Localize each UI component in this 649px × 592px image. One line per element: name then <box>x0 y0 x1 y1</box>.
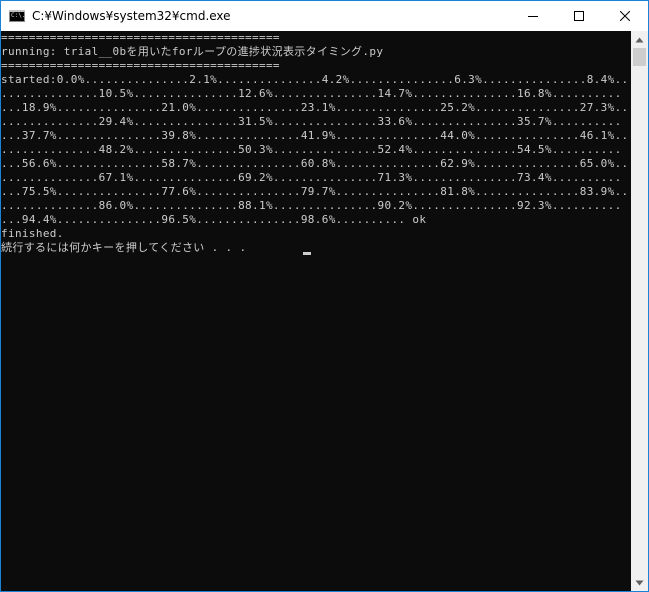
console-line: 続行するには何かキーを押してください . . . <box>1 241 247 254</box>
console-line: ...94.4%...............96.5%............… <box>1 213 427 226</box>
close-icon <box>620 11 630 21</box>
scroll-down-arrow-icon <box>635 580 644 585</box>
scroll-up-button[interactable] <box>631 31 648 48</box>
vertical-scrollbar[interactable] <box>631 31 648 591</box>
scroll-down-button[interactable] <box>631 574 648 591</box>
console-line: ..............48.2%...............50.3%.… <box>1 143 622 156</box>
minimize-icon <box>528 16 538 17</box>
console-line: ..............10.5%...............12.6%.… <box>1 87 622 100</box>
close-button[interactable] <box>602 1 648 31</box>
console-line: started:0.0%...............2.1%.........… <box>1 73 629 86</box>
text-cursor <box>303 252 311 255</box>
console-window: C:\. C:¥Windows¥system32¥cmd.exe =======… <box>0 0 649 592</box>
cmd-icon-label: C:\. <box>11 12 26 19</box>
scroll-thumb[interactable] <box>633 48 646 66</box>
cmd-icon[interactable]: C:\. <box>9 10 25 22</box>
minimize-button[interactable] <box>510 1 556 31</box>
console-output[interactable]: ========================================… <box>1 31 631 591</box>
console-line: ======================================== <box>1 59 280 72</box>
console-line: ..............29.4%...............31.5%.… <box>1 115 622 128</box>
console-line: ..............67.1%...............69.2%.… <box>1 171 622 184</box>
console-line: ======================================== <box>1 31 280 44</box>
console-line: running: trial__0bを用いたforループの進捗状況表示タイミング… <box>1 45 384 58</box>
title-bar[interactable]: C:\. C:¥Windows¥system32¥cmd.exe <box>1 1 648 31</box>
maximize-icon <box>574 11 584 21</box>
console-line: ...75.5%...............77.6%............… <box>1 185 629 198</box>
console-line: ..............86.0%...............88.1%.… <box>1 199 622 212</box>
maximize-button[interactable] <box>556 1 602 31</box>
console-line: ...56.6%...............58.7%............… <box>1 157 629 170</box>
console-line: finished. <box>1 227 64 240</box>
window-controls <box>510 1 648 31</box>
console-line: ...18.9%...............21.0%............… <box>1 101 629 114</box>
console-line: ...37.7%...............39.8%............… <box>1 129 629 142</box>
window-title: C:¥Windows¥system32¥cmd.exe <box>32 9 231 23</box>
scroll-up-arrow-icon <box>635 37 644 42</box>
